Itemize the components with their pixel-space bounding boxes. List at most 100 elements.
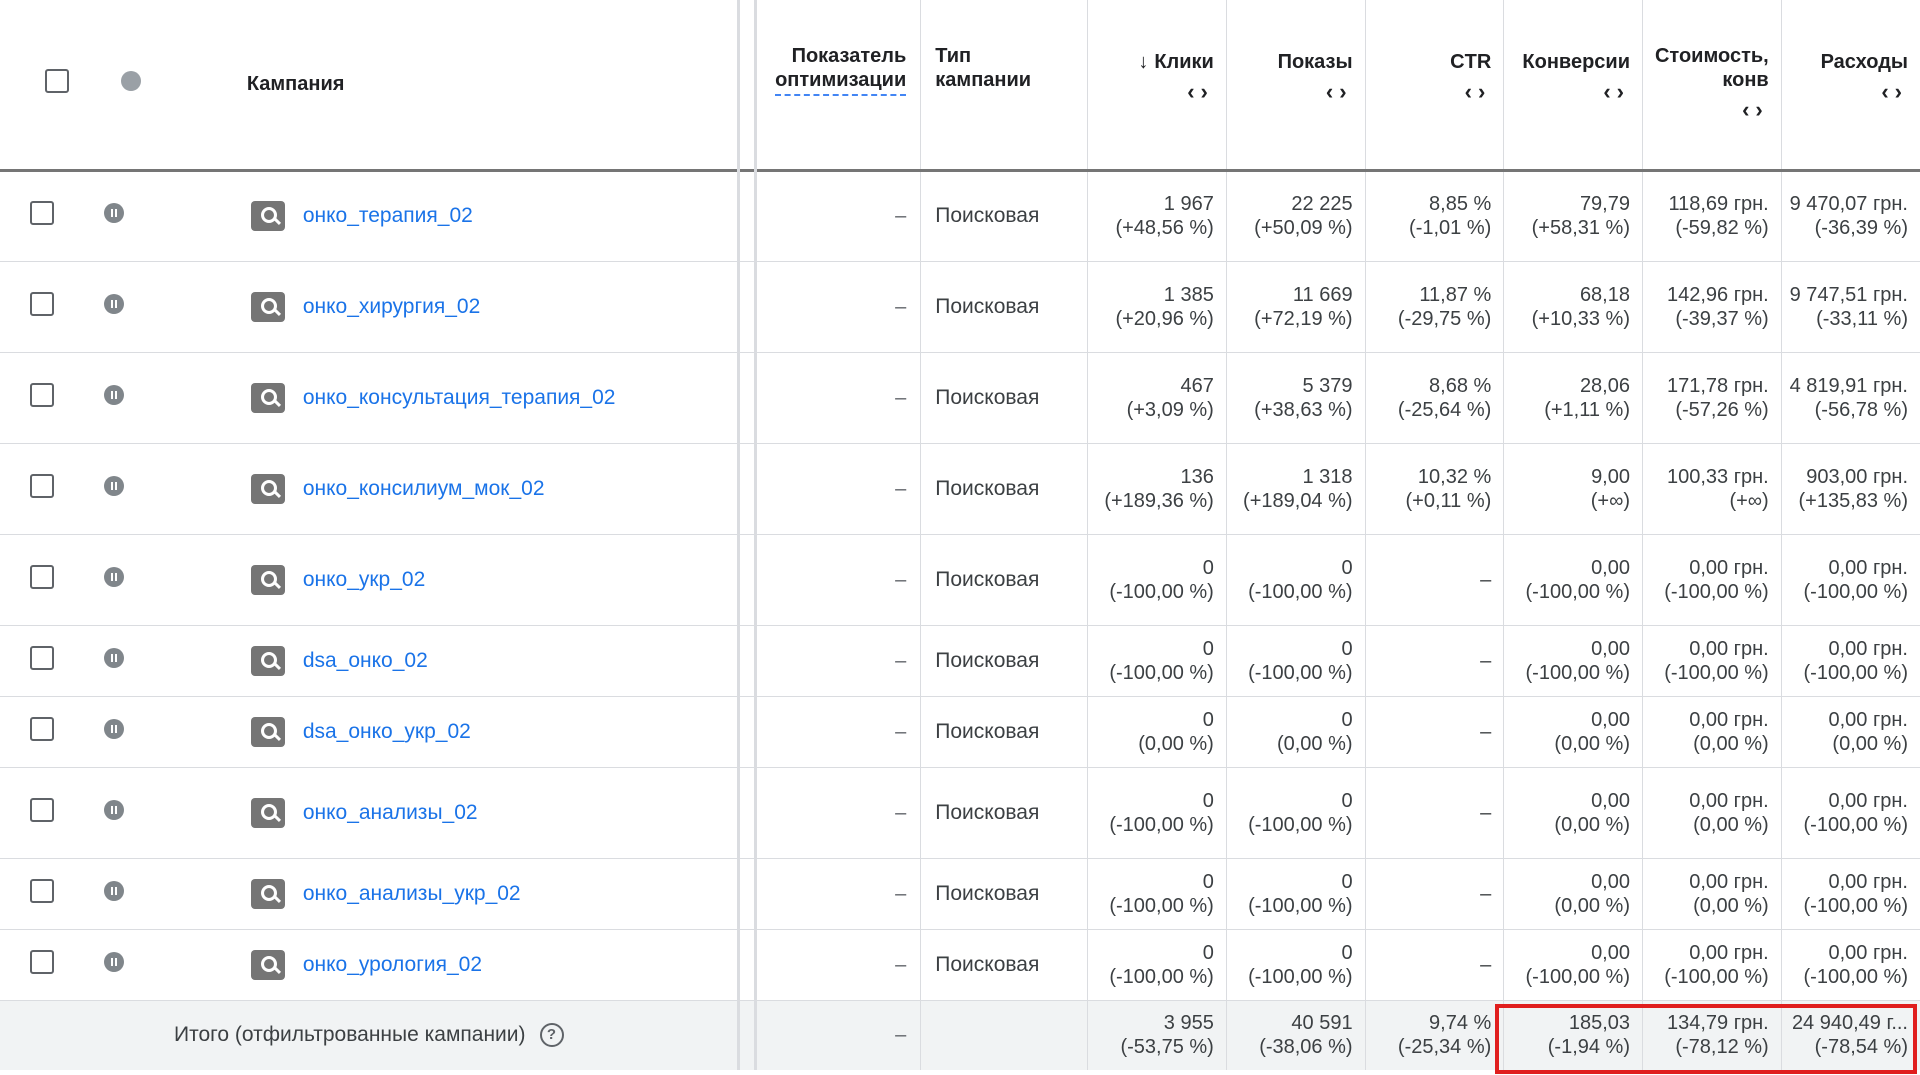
- chevron-left-right-icon[interactable]: ‹›: [1227, 80, 1353, 104]
- impressions-cell-value: 1 318: [1302, 465, 1353, 488]
- campaign-column-header[interactable]: Кампания: [157, 0, 739, 170]
- conversions-cell: 0,00 (0,00 %): [1503, 767, 1643, 858]
- row-checkbox[interactable]: [30, 473, 54, 498]
- paused-status-icon[interactable]: [104, 384, 125, 405]
- impressions-cell-delta: (+72,19 %): [1254, 307, 1353, 330]
- campaign-name-link[interactable]: dsa_онко_укр_02: [303, 720, 471, 743]
- row-checkbox[interactable]: [30, 645, 54, 670]
- chevron-left-right-icon[interactable]: ‹›: [1504, 80, 1630, 104]
- campaign-type-cell: Поисковая: [920, 858, 1089, 929]
- optimization-score-header[interactable]: Показатель оптимизации: [755, 0, 922, 170]
- table-row[interactable]: онко_урология_02– Поисковая 0 (-100,00 %) 0(…: [0, 929, 1920, 1000]
- total-label-cell: Итого (отфильтрованные кампании)?: [0, 1000, 739, 1070]
- row-checkbox[interactable]: [30, 949, 54, 974]
- campaign-name-link[interactable]: онко_укр_02: [303, 568, 425, 591]
- ctr-cell-value: –: [1480, 882, 1492, 905]
- spend-cell-value: 0,00 грн.: [1828, 708, 1908, 731]
- total-optimization: –: [755, 1000, 922, 1070]
- total-ctr-delta: (-25,34 %): [1397, 1036, 1492, 1059]
- spend-cell-delta: (-56,78 %): [1814, 398, 1908, 421]
- campaign-name-link[interactable]: онко_консультация_терапия_02: [303, 386, 616, 409]
- table-row[interactable]: онко_консилиум_мок_02– Поисковая 136 (+189,…: [0, 443, 1920, 534]
- campaign-type-header[interactable]: Тип кампании: [920, 0, 1089, 170]
- row-checkbox[interactable]: [30, 716, 54, 741]
- chevron-left-right-icon[interactable]: ‹›: [1088, 80, 1214, 104]
- search-campaign-icon: [250, 716, 285, 747]
- paused-status-icon[interactable]: [104, 880, 125, 901]
- cost-conv-header-line1: Стоимость,: [1654, 45, 1769, 67]
- campaign-type-cell: Поисковая: [920, 534, 1089, 625]
- campaign-name-link[interactable]: онко_хирургия_02: [303, 295, 480, 318]
- spend-cell-delta: (-100,00 %): [1803, 965, 1909, 988]
- conversions-header-label: Конверсии: [1522, 51, 1630, 73]
- cost-per-conversion-cell-value: 0,00 грн.: [1689, 637, 1769, 660]
- table-row[interactable]: онко_терапия_02– Поисковая 1 967 (+48,56 %)…: [0, 170, 1920, 261]
- conversions-cell-value: 0,00: [1591, 870, 1630, 893]
- optimization-score-cell: –: [755, 858, 922, 929]
- frozen-column-divider: [737, 625, 758, 696]
- impressions-cell-value: 0: [1341, 556, 1353, 579]
- optimization-score-cell: –: [755, 443, 922, 534]
- paused-status-icon[interactable]: [104, 647, 125, 668]
- table-row[interactable]: онко_анализы_укр_02– Поисковая 0 (-100,00 %…: [0, 858, 1920, 929]
- frozen-column-divider: [737, 767, 758, 858]
- spend-cell-delta: (-33,11 %): [1816, 307, 1908, 330]
- conversions-cell-delta: (+∞): [1590, 489, 1630, 512]
- table-header-row: Кампания Показатель оптимизации Тип камп…: [0, 0, 1920, 170]
- table-row[interactable]: онко_консультация_терапия_02– Поисковая 46…: [0, 352, 1920, 443]
- spend-column-header[interactable]: Расходы ‹›: [1781, 0, 1920, 170]
- clicks-cell: 0 (-100,00 %): [1087, 929, 1227, 1000]
- paused-status-icon[interactable]: [104, 951, 125, 972]
- spend-cell-value: 9 747,51 грн.: [1789, 283, 1908, 306]
- row-checkbox[interactable]: [30, 201, 54, 225]
- select-all-checkbox[interactable]: [45, 69, 70, 94]
- spend-header-label: Расходы: [1820, 51, 1908, 73]
- row-checkbox[interactable]: [30, 564, 54, 589]
- cost-per-conversion-column-header[interactable]: Стоимость, конв ‹›: [1642, 0, 1782, 170]
- ctr-cell: –: [1365, 625, 1505, 696]
- table-row[interactable]: dsa_онко_02– Поисковая 0 (-100,00 %) 0 (-100,…: [0, 625, 1920, 696]
- paused-status-icon[interactable]: [104, 203, 125, 223]
- total-cost-per-conversion: 134,79 грн. (-78,12 %): [1642, 1000, 1782, 1070]
- ctr-column-header[interactable]: CTR ‹›: [1365, 0, 1505, 170]
- impressions-cell-value: 0: [1341, 637, 1353, 660]
- chevron-left-right-icon[interactable]: ‹›: [1782, 80, 1908, 104]
- table-row[interactable]: онко_хирургия_02– Поисковая 1 385 (+20,96 %…: [0, 261, 1920, 352]
- paused-status-icon[interactable]: [104, 475, 125, 496]
- campaign-name-link[interactable]: онко_анализы_02: [303, 801, 478, 824]
- row-checkbox[interactable]: [30, 878, 54, 903]
- chevron-left-right-icon[interactable]: ‹›: [1366, 80, 1492, 104]
- campaign-name-link[interactable]: онко_урология_02: [303, 953, 482, 976]
- campaign-name-link[interactable]: онко_анализы_укр_02: [303, 882, 521, 905]
- impressions-column-header[interactable]: Показы ‹›: [1226, 0, 1366, 170]
- table-row[interactable]: dsa_онко_укр_02– Поисковая 0 (0,00 %) 0 (0,00…: [0, 696, 1920, 767]
- row-checkbox[interactable]: [30, 291, 54, 316]
- frozen-column-divider[interactable]: [737, 0, 758, 170]
- impressions-cell-delta: (+189,04 %): [1243, 489, 1353, 512]
- status-filter-icon[interactable]: [120, 71, 141, 92]
- campaign-rows: онко_терапия_02– Поисковая 1 967 (+48,56 %)…: [0, 170, 1920, 1000]
- chevron-left-right-icon[interactable]: ‹›: [1643, 98, 1769, 122]
- optimization-score-cell: –: [755, 352, 922, 443]
- help-icon[interactable]: ?: [539, 1023, 564, 1048]
- impressions-cell-value: 0: [1341, 708, 1353, 731]
- paused-status-icon[interactable]: [104, 718, 125, 739]
- clicks-cell-delta: (0,00 %): [1138, 732, 1214, 755]
- paused-status-icon[interactable]: [104, 799, 125, 820]
- table-row[interactable]: онко_укр_02– Поисковая 0 (-100,00 %) 0 (-100,…: [0, 534, 1920, 625]
- campaign-name-link[interactable]: онко_консилиум_мок_02: [303, 477, 545, 500]
- frozen-column-divider: [737, 170, 758, 261]
- campaign-name-link[interactable]: dsa_онко_02: [303, 649, 428, 672]
- optimization-header-line2[interactable]: оптимизации: [775, 68, 907, 96]
- impressions-cell-delta: (0,00 %): [1276, 732, 1353, 755]
- ctr-cell-value: 8,68 %: [1429, 374, 1492, 397]
- paused-status-icon[interactable]: [104, 293, 125, 314]
- paused-status-icon[interactable]: [104, 566, 125, 587]
- conversions-column-header[interactable]: Конверсии ‹›: [1503, 0, 1643, 170]
- row-checkbox[interactable]: [30, 382, 54, 407]
- campaign-name-link[interactable]: онко_терапия_02: [303, 204, 473, 227]
- clicks-column-header[interactable]: ↓ Клики ‹›: [1087, 0, 1227, 170]
- table-row[interactable]: онко_анализы_02– Поисковая 0 (-100,00 %) 0 (-…: [0, 767, 1920, 858]
- cost-per-conversion-cell-value: 100,33 грн.: [1666, 465, 1769, 488]
- row-checkbox[interactable]: [30, 797, 54, 822]
